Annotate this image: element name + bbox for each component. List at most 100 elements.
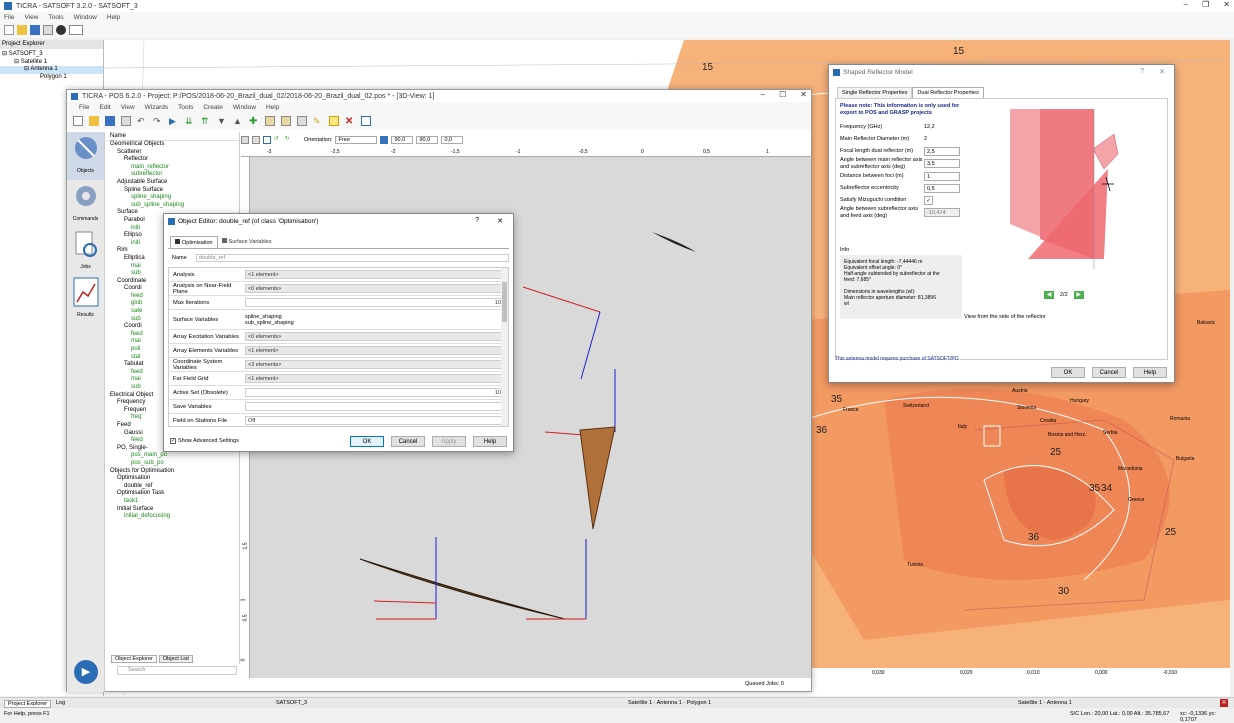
angle-input-psi[interactable]: 0,0 [441,136,464,144]
pos-menu-tools[interactable]: Tools [178,104,193,111]
tab-polygon-view[interactable]: Satellite 1 · Antenna 1 · Polygon 1 [628,700,711,706]
angle-input-phi[interactable]: 90,0 [416,136,439,144]
paste-icon[interactable] [281,116,291,126]
delete-icon[interactable]: ✕ [345,116,355,127]
tree-node[interactable]: Geometrical Objects [106,141,239,149]
window-icon[interactable] [361,116,371,126]
tab-object-list[interactable]: Object List [158,655,193,663]
cancel-button[interactable]: Cancel [1092,367,1126,378]
tab-satsoft-view[interactable]: SATSOFT_3 [276,700,307,706]
search-input[interactable]: Search [117,666,237,675]
tree-node[interactable]: sub_spline_shaping [106,202,239,210]
tree-node[interactable]: Scatterer [106,149,239,157]
move-up-icon[interactable]: ▲ [233,116,243,126]
angle-input-theta[interactable]: 90,0 [391,136,414,144]
play-button[interactable]: ▶ [74,660,98,684]
tree-node[interactable]: main_reflector [106,164,239,172]
rotate-x-icon[interactable]: ↻ [285,136,293,144]
export-icon[interactable] [121,116,131,126]
tree-node[interactable]: Objects for Optimisation [106,468,239,476]
array-elements-value[interactable]: <1 element> [245,346,508,355]
tree-node[interactable]: task1 [106,498,239,506]
property-input[interactable]: 1 [924,171,960,181]
tree-node[interactable]: Optimisation Task [106,490,239,498]
cancel-button[interactable]: Cancel [391,436,425,447]
property-input[interactable]: 2,5 [924,146,960,156]
pos-menu-file[interactable]: File [79,104,89,111]
tab-log[interactable]: Log [56,700,65,706]
run-icon[interactable]: ▶ [169,116,179,126]
ok-button[interactable]: OK [1051,367,1085,378]
tree-node[interactable]: Adjustable Surface [106,179,239,187]
pos-menu-wizards[interactable]: Wizards [145,104,168,111]
close-icon[interactable]: ✕ [497,217,503,225]
side-jobs[interactable]: Jobs [67,228,104,276]
tab-surface-variables[interactable]: Surface Variables [218,236,276,248]
field-on-stations-select[interactable]: Off [245,416,508,425]
tree-item-polygon[interactable]: Polygon 1 [0,74,103,82]
link-icon[interactable] [297,116,307,126]
name-field[interactable]: double_ref [196,254,509,262]
pos-menu-view[interactable]: View [121,104,135,111]
print-icon[interactable] [241,136,249,144]
up-arrows-icon[interactable]: ⇈ [201,116,211,126]
property-input[interactable]: ✓ [924,195,933,205]
coordinate-system-value[interactable]: <3 elements> [245,360,508,369]
add-icon[interactable]: ✚ [249,116,259,127]
pos-minimize-icon[interactable]: – [761,90,765,99]
show-advanced-checkbox[interactable]: ✓ Show Advanced Settings [170,438,239,444]
analysis-value[interactable]: <1 element> [245,270,508,279]
tree-node[interactable]: pos_sub_po [106,460,239,468]
orientation-select[interactable]: Free [335,136,378,144]
property-input[interactable]: -10,474 [924,208,960,217]
apply-button[interactable]: Apply [432,436,466,447]
tree-node[interactable]: Reflector [106,156,239,164]
side-commands[interactable]: Commands [67,180,104,228]
side-results[interactable]: Results [67,276,104,324]
close-icon[interactable]: ✕ [1159,68,1165,76]
tab-object-explorer[interactable]: Object Explorer [111,655,157,663]
help-button[interactable]: Help [473,436,507,447]
surface-variables-value[interactable]: spline_shaping sub_spline_shaping [245,314,508,326]
tree-node[interactable]: pos_main_po [106,452,239,460]
menu-view[interactable]: View [24,14,38,21]
help-icon[interactable]: ? [475,217,479,224]
array-excitation-value[interactable]: <0 elements> [245,332,508,341]
ok-button[interactable]: OK [350,436,384,447]
tree-node[interactable]: subreflector [106,171,239,179]
tree-node[interactable]: Initial Surface [106,506,239,514]
new-file-icon[interactable] [4,25,14,35]
property-input[interactable]: 0,5 [924,183,960,193]
move-down-icon[interactable]: ▼ [217,116,227,126]
close-tab-icon[interactable]: ✕ [1220,699,1228,707]
minimize-icon[interactable]: – [1184,0,1188,9]
menu-window[interactable]: Window [74,14,97,21]
save-icon[interactable] [105,116,115,126]
save-view-icon[interactable] [380,136,389,144]
tree-item-satsoft[interactable]: ⊟ SATSOFT_3 [0,51,103,59]
undo-icon[interactable]: ↶ [137,116,147,126]
property-input[interactable]: 3,5 [924,159,960,168]
tab-optimisation[interactable]: Optimisation [170,236,218,248]
near-field-value[interactable]: <0 elements> [245,284,508,293]
xy-view-icon[interactable] [69,25,83,35]
open-icon[interactable] [89,116,99,126]
zoom-fit-icon[interactable] [263,136,271,144]
editor-scrollbar[interactable] [501,268,508,426]
far-field-grid-value[interactable]: <1 element> [245,374,508,383]
tree-node[interactable]: Optimisation [106,475,239,483]
maximize-icon[interactable]: ❐ [1202,0,1209,9]
properties-icon[interactable] [43,25,53,35]
close-icon[interactable]: ✕ [1223,0,1230,9]
tab-single-reflector[interactable]: Single Reflector Properties [837,87,913,98]
tab-dual-reflector[interactable]: Dual Reflector Properties [912,87,984,98]
side-objects[interactable]: Objects [67,132,104,180]
redo-icon[interactable]: ↷ [153,116,163,126]
menu-tools[interactable]: Tools [48,14,63,21]
copy-icon[interactable] [265,116,275,126]
max-iterations-input[interactable]: 100 [245,298,508,307]
tree-item-satellite[interactable]: ⊟ Satellite 1 [0,59,103,67]
save-icon[interactable] [30,25,40,35]
tree-item-antenna[interactable]: ⊟ Antenna 1 [0,66,103,74]
note-icon[interactable] [329,116,339,126]
